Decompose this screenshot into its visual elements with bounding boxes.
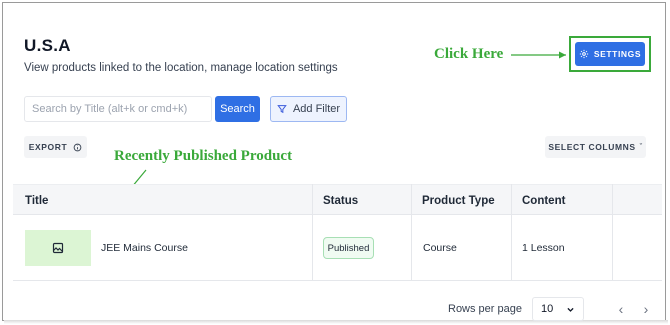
select-columns-button[interactable]: SELECT COLUMNS ˇ bbox=[545, 136, 646, 158]
rows-per-page-label: Rows per page bbox=[448, 303, 522, 315]
annotation-recently-published: Recently Published Product bbox=[114, 148, 293, 164]
table-header: Title Status Product Type Content bbox=[13, 184, 662, 215]
funnel-icon bbox=[277, 105, 287, 114]
status-badge: Published bbox=[323, 237, 374, 259]
chevron-down-icon bbox=[567, 307, 574, 312]
product-thumbnail[interactable] bbox=[25, 230, 91, 266]
product-type: Course bbox=[423, 242, 457, 254]
chevron-right-icon[interactable]: › bbox=[639, 300, 653, 318]
search-field[interactable] bbox=[24, 96, 212, 122]
settings-button[interactable]: SETTINGS bbox=[575, 42, 645, 66]
column-divider bbox=[612, 184, 613, 281]
image-icon bbox=[52, 242, 64, 254]
search-button[interactable]: Search bbox=[215, 96, 260, 122]
export-label: EXPORT bbox=[28, 142, 68, 152]
search-input[interactable] bbox=[32, 103, 211, 115]
rows-per-page-value: 10 bbox=[541, 303, 554, 315]
column-header-product-type[interactable]: Product Type bbox=[422, 185, 495, 216]
column-header-title[interactable]: Title bbox=[25, 185, 48, 216]
page-title: U.S.A bbox=[24, 36, 71, 55]
add-filter-button[interactable]: Add Filter bbox=[270, 96, 347, 122]
gear-icon bbox=[579, 49, 589, 59]
page-subtitle: View products linked to the location, ma… bbox=[24, 62, 338, 74]
product-title[interactable]: JEE Mains Course bbox=[101, 242, 188, 254]
column-divider bbox=[312, 184, 313, 281]
chevron-left-icon[interactable]: ‹ bbox=[614, 300, 628, 318]
chevron-down-icon: ˇ bbox=[639, 143, 643, 151]
info-icon bbox=[73, 143, 82, 151]
column-divider bbox=[411, 184, 412, 281]
export-button[interactable]: EXPORT bbox=[24, 136, 87, 158]
settings-button-label: SETTINGS bbox=[593, 49, 642, 59]
product-content: 1 Lesson bbox=[522, 242, 565, 254]
column-divider bbox=[511, 184, 512, 281]
add-filter-label: Add Filter bbox=[292, 103, 341, 115]
column-header-content[interactable]: Content bbox=[522, 185, 565, 216]
select-columns-label: SELECT COLUMNS bbox=[548, 142, 636, 152]
rows-per-page-select[interactable]: 10 bbox=[532, 297, 584, 321]
column-header-status[interactable]: Status bbox=[323, 185, 358, 216]
annotation-click-here: Click Here bbox=[434, 46, 504, 62]
